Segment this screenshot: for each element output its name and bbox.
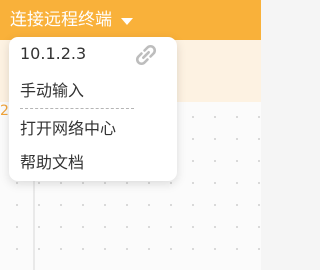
menu-item-label: 10.1.2.3	[20, 44, 87, 63]
menu-separator	[20, 108, 134, 109]
caret-down-icon	[121, 18, 133, 25]
menu-item-manual-input[interactable]: 手动输入	[9, 75, 177, 107]
menu-item-label: 打开网络中心	[20, 119, 117, 138]
connect-remote-terminal-label: 连接远程终端	[10, 10, 112, 30]
menu-item-recent-ip[interactable]: 10.1.2.3	[9, 38, 177, 70]
top-toolbar: 连接远程终端	[0, 0, 261, 40]
menu-item-label: 手动输入	[20, 81, 85, 100]
menu-item-open-network-center[interactable]: 打开网络中心	[9, 113, 177, 145]
connect-dropdown-menu: 10.1.2.3 手动输入 打开网络中心 帮助文档	[9, 37, 177, 181]
menu-item-help-docs[interactable]: 帮助文档	[9, 147, 177, 179]
menu-item-label: 帮助文档	[20, 153, 85, 172]
connect-remote-terminal-dropdown[interactable]: 连接远程终端	[10, 8, 133, 32]
link-icon[interactable]	[133, 42, 159, 68]
